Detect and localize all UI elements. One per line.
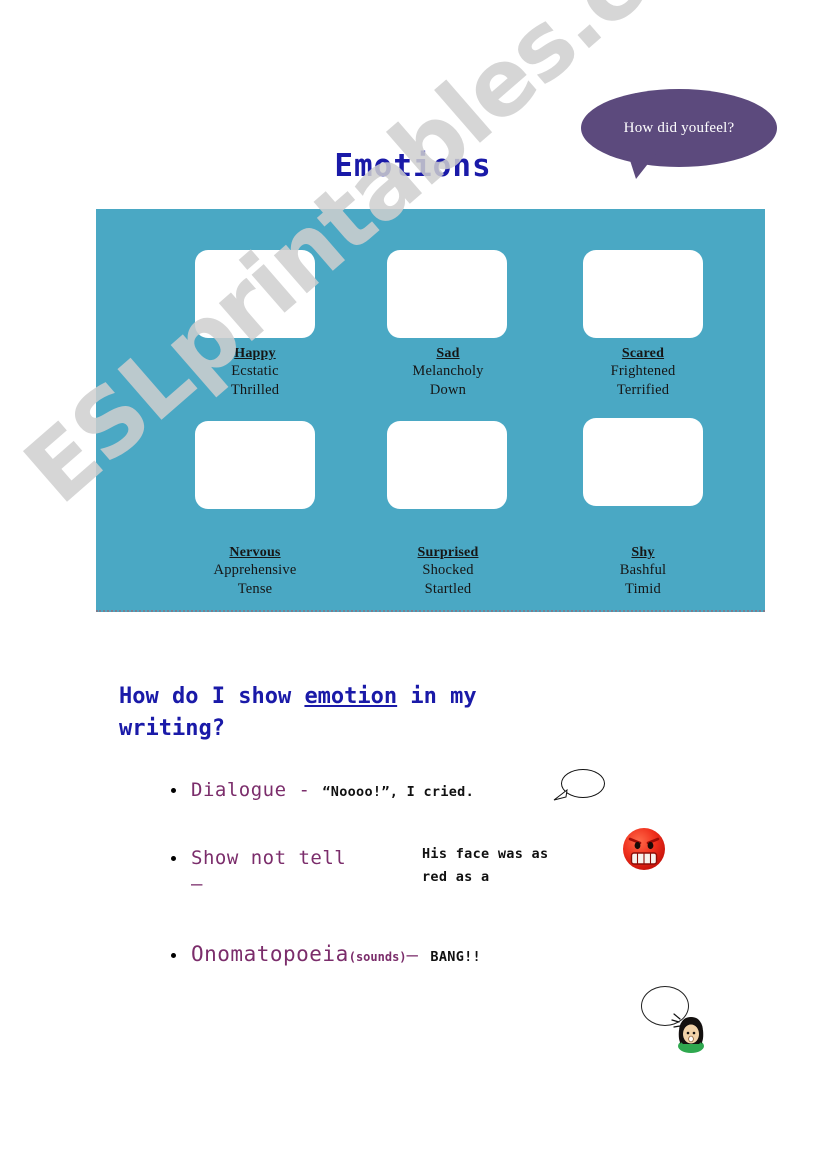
technique-example-line-2: red as a — [422, 869, 490, 885]
emotion-card-surprised[interactable] — [387, 421, 507, 509]
emotion-name: Scared — [621, 346, 665, 361]
emotion-card-shy[interactable] — [583, 418, 703, 506]
emotion-synonym-2: Timid — [625, 581, 661, 597]
angry-red-face-icon — [623, 828, 665, 870]
technique-example: His face was as red as a — [422, 843, 597, 889]
emotion-synonym-1: Apprehensive — [213, 562, 297, 578]
emotion-label-shy: Shy Bashful Timid — [558, 545, 728, 599]
technique-label: Dialogue - — [191, 779, 323, 801]
emotion-synonym-2: Startled — [424, 581, 472, 597]
emotion-name: Nervous — [229, 545, 281, 560]
emotion-synonym-1: Frightened — [610, 363, 676, 379]
emotion-label-sad: Sad Melancholy Down — [363, 346, 533, 400]
technique-label: Show not tell — [191, 847, 347, 869]
emotion-label-nervous: Nervous Apprehensive Tense — [170, 545, 340, 599]
emotion-synonym-1: Shocked — [422, 562, 474, 578]
technique-label-and-example: Dialogue - “Noooo!”, I cried. — [191, 775, 474, 807]
emotion-card-happy[interactable] — [195, 250, 315, 338]
worksheet-page: Emotions How did youfeel? Happy Ecstatic… — [0, 0, 826, 1169]
speech-bubble-text: How did youfeel? — [623, 119, 735, 136]
bullet-dot-icon — [171, 788, 176, 793]
technique-label-and-example: Onomatopoeia(sounds)– BANG!! — [191, 939, 481, 972]
emotion-name: Surprised — [417, 545, 479, 560]
technique-dash: – — [406, 944, 431, 966]
emotion-name: Shy — [631, 545, 655, 560]
emotion-label-happy: Happy Ecstatic Thrilled — [170, 346, 340, 400]
emotion-synonym-1: Ecstatic — [231, 363, 279, 379]
question-part-1: How do I show — [119, 684, 305, 709]
speech-bubble-tail-icon — [553, 788, 568, 801]
girl-face-icon — [671, 1013, 704, 1053]
speech-bubble-how-did-you-feel: How did youfeel? — [581, 89, 777, 184]
bullet-dot-icon — [171, 953, 176, 958]
emotion-card-nervous[interactable] — [195, 421, 315, 509]
speech-bubble-icon — [553, 769, 605, 803]
emotion-synonym-2: Terrified — [616, 382, 670, 398]
emotion-card-sad[interactable] — [387, 250, 507, 338]
emotion-synonym-2: Tense — [237, 581, 273, 597]
emotion-label-scared: Scared Frightened Terrified — [558, 346, 728, 400]
emotion-name: Sad — [436, 346, 460, 361]
emotion-synonym-2: Thrilled — [230, 382, 280, 398]
emotion-synonym-1: Melancholy — [412, 363, 484, 379]
emotion-card-scared[interactable] — [583, 250, 703, 338]
emotion-label-surprised: Surprised Shocked Startled — [363, 545, 533, 599]
technique-label: Onomatopoeia — [191, 942, 349, 966]
technique-note: (sounds) — [348, 950, 407, 964]
question-heading: How do I show emotion in my writing? — [119, 681, 589, 745]
emotion-synonym-2: Down — [429, 382, 467, 398]
technique-dash: – — [191, 873, 203, 895]
emotion-name: Happy — [234, 346, 276, 361]
question-underlined-word: emotion — [304, 684, 398, 709]
technique-example-line-1: His face was as — [422, 846, 549, 862]
technique-example: “Noooo!”, I cried. — [322, 784, 475, 800]
emotion-synonym-1: Bashful — [619, 562, 667, 578]
emotions-panel: Happy Ecstatic Thrilled Sad Melancholy D… — [96, 209, 765, 612]
bullet-dot-icon — [171, 856, 176, 861]
technique-example: BANG!! — [430, 949, 481, 965]
